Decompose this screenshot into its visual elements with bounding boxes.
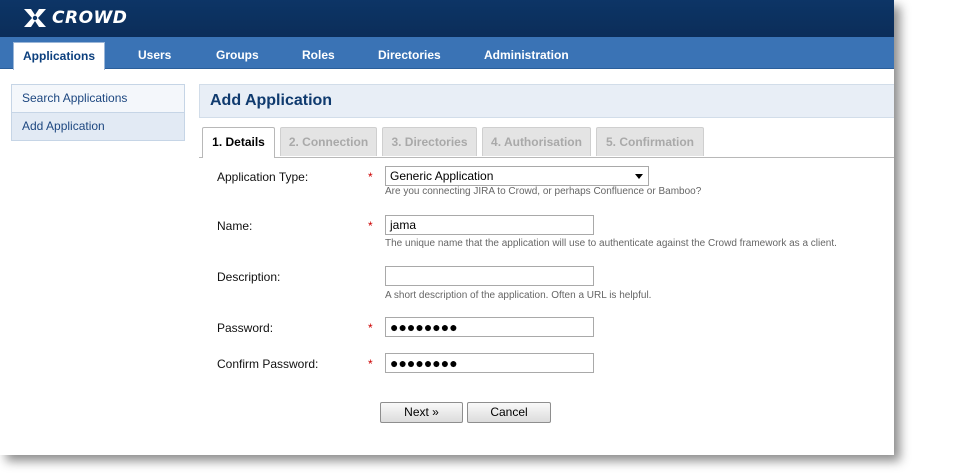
page-title-box: Add Application: [199, 84, 894, 118]
step-directories: 3. Directories: [382, 127, 477, 156]
confirm-password-label: Confirm Password:: [217, 357, 319, 371]
header: CROWD: [0, 0, 894, 37]
required-marker: *: [368, 219, 373, 233]
step-details[interactable]: 1. Details: [202, 127, 275, 158]
tab-groups[interactable]: Groups: [216, 43, 259, 68]
step-connection: 2. Connection: [280, 127, 377, 156]
name-input[interactable]: jama: [385, 215, 594, 235]
application-type-select[interactable]: Generic Application: [385, 166, 649, 186]
name-label: Name:: [217, 219, 253, 233]
step-confirmation: 5. Confirmation: [596, 127, 704, 156]
sidebar-item-search-applications[interactable]: Search Applications: [12, 85, 184, 112]
description-input[interactable]: [385, 266, 594, 286]
description-label: Description:: [217, 270, 281, 284]
description-help: A short description of the application. …: [385, 290, 652, 301]
crowd-logo[interactable]: CROWD: [22, 6, 127, 30]
sidebar-item-add-application[interactable]: Add Application: [12, 112, 184, 140]
application-type-help: Are you connecting JIRA to Crowd, or per…: [385, 186, 702, 197]
wizard-steps: 1. Details 2. Connection 3. Directories …: [199, 127, 894, 158]
sidebar: Search Applications Add Application: [11, 84, 185, 141]
required-marker: *: [368, 357, 373, 371]
required-marker: *: [368, 170, 373, 184]
tab-users[interactable]: Users: [138, 43, 171, 68]
logo-text: CROWD: [52, 8, 128, 28]
cancel-button[interactable]: Cancel: [467, 402, 551, 423]
tab-roles[interactable]: Roles: [302, 43, 335, 68]
dropdown-arrow-icon: [635, 174, 643, 179]
name-help: The unique name that the application wil…: [385, 238, 837, 249]
tab-administration[interactable]: Administration: [484, 43, 569, 68]
application-type-label: Application Type:: [217, 170, 309, 184]
required-marker: *: [368, 321, 373, 335]
page-title: Add Application: [210, 92, 333, 109]
next-button[interactable]: Next »: [380, 402, 463, 423]
application-type-value: Generic Application: [390, 169, 494, 183]
password-label: Password:: [217, 321, 274, 335]
tab-directories[interactable]: Directories: [378, 43, 441, 68]
step-authorisation: 4. Authorisation: [482, 127, 591, 156]
tab-applications[interactable]: Applications: [13, 42, 106, 70]
crowd-logo-icon: [22, 7, 48, 29]
main-nav: Applications Users Groups Roles Director…: [0, 37, 894, 70]
password-input[interactable]: ●●●●●●●●: [385, 317, 594, 337]
confirm-password-input[interactable]: ●●●●●●●●: [385, 353, 594, 373]
crowd-window: CROWD Applications Users Groups Roles Di…: [0, 0, 894, 455]
